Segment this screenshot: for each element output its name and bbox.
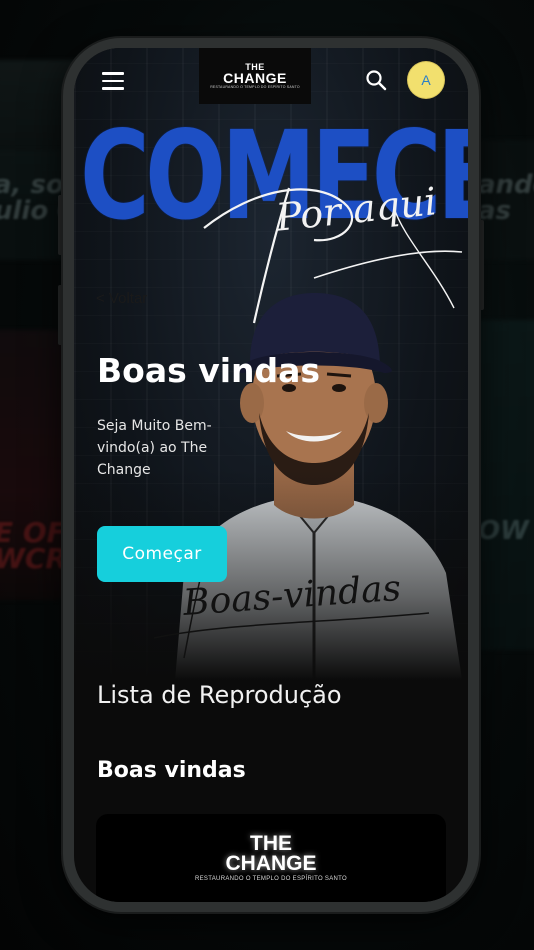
search-icon[interactable] xyxy=(364,68,388,92)
logo-main-text: CHANGE xyxy=(223,69,287,86)
phone-power-button xyxy=(479,220,484,310)
brand-logo[interactable]: THE CHANGE RESTAURANDO O TEMPLO DO ESPÍR… xyxy=(199,48,311,104)
playlist-title: Lista de Reprodução xyxy=(97,681,342,709)
background-text: E OF WCR xyxy=(0,516,67,575)
logo-tagline: RESTAURANDO O TEMPLO DO ESPÍRITO SANTO xyxy=(210,84,300,89)
lesson-card[interactable]: THE CHANGE RESTAURANDO O TEMPLO DO ESPÍR… xyxy=(96,814,446,902)
back-link[interactable]: < Voltar xyxy=(96,290,147,307)
app-header: THE CHANGE RESTAURANDO O TEMPLO DO ESPÍR… xyxy=(74,48,468,112)
hero-subtitle: Seja Muito Bem-vindo(a) ao The Change xyxy=(97,418,212,478)
card-logo-tagline: RESTAURANDO O TEMPLO DO ESPÍRITO SANTO xyxy=(195,876,347,882)
section-title: Boas vindas xyxy=(97,758,246,783)
card-logo-line: CHANGE xyxy=(225,852,317,875)
phone-screen: COMECE Por aqui Boas-vindas < Voltar Boa… xyxy=(74,48,468,902)
background-text: OW xyxy=(478,516,529,546)
card-logo: THE CHANGE RESTAURANDO O TEMPLO DO ESPÍR… xyxy=(96,832,446,882)
hero-title: Boas vindas xyxy=(97,351,321,390)
start-button[interactable]: Começar xyxy=(97,526,227,582)
user-avatar[interactable]: A xyxy=(408,62,444,98)
background-text: ando as xyxy=(478,170,534,226)
background-card xyxy=(470,320,534,650)
card-logo-line: THE xyxy=(250,832,292,855)
hero-banner: COMECE Por aqui Boas-vindas < Voltar Boa… xyxy=(74,48,468,680)
app-stage: a, sou ulio Co ando as E OF WCR OW COMEC… xyxy=(0,0,534,950)
hamburger-menu-icon[interactable] xyxy=(102,72,124,90)
